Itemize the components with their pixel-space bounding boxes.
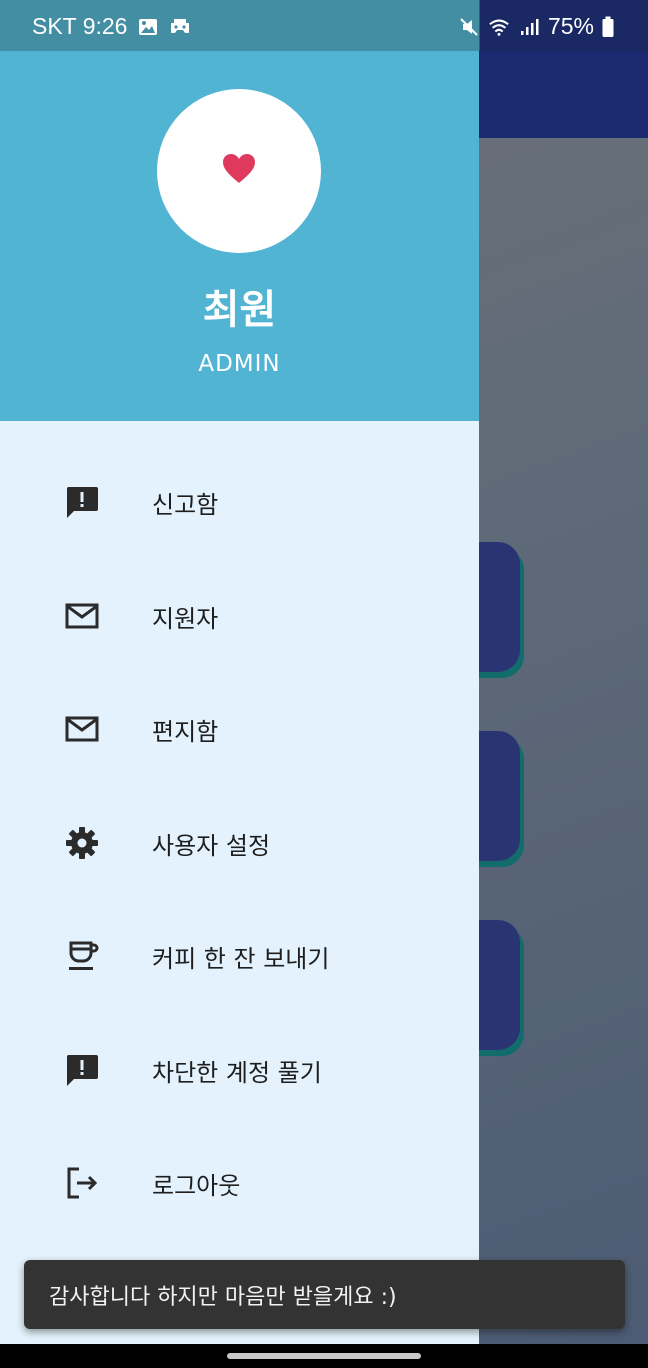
menu-item-label: 신고함 (152, 490, 219, 519)
logout-icon (64, 1165, 100, 1201)
mute-icon (458, 16, 480, 38)
image-icon (137, 16, 159, 38)
battery-icon (602, 16, 614, 38)
signal-icon (518, 16, 540, 38)
battery-percent: 75% (547, 13, 594, 39)
menu-item-logout[interactable]: 로그아웃 (0, 1138, 479, 1228)
status-bar: SKT 9:26 75% (0, 0, 648, 51)
drawer-header: 최원 ADMIN (0, 51, 479, 421)
avatar[interactable] (157, 89, 321, 253)
report-icon (64, 484, 100, 520)
navigation-drawer: 최원 ADMIN 신고함 지원자 편지함 사용자 설정 커피 한 잔 보내기 차… (0, 51, 479, 1344)
gear-icon (64, 825, 100, 861)
home-gesture-handle[interactable] (227, 1353, 421, 1359)
carrier-time: SKT 9:26 (32, 13, 128, 39)
menu-item-send-coffee[interactable]: 커피 한 잔 보내기 (0, 911, 479, 1001)
menu-item-reports[interactable]: 신고함 (0, 457, 479, 547)
user-name: 최원 (202, 287, 277, 333)
wifi-icon (488, 16, 510, 38)
heart-icon (222, 153, 256, 189)
menu-item-inbox[interactable]: 편지함 (0, 684, 479, 774)
menu-item-label: 커피 한 잔 보내기 (152, 944, 330, 973)
menu-item-label: 차단한 계정 풀기 (152, 1058, 322, 1087)
snackbar-message: 감사합니다 하지만 마음만 받을게요 :) (49, 1284, 397, 1310)
coffee-icon (64, 938, 100, 974)
menu-item-label: 로그아웃 (152, 1171, 241, 1200)
menu-item-label: 편지함 (152, 717, 219, 746)
mail-icon (64, 711, 100, 747)
report-icon (64, 1052, 100, 1088)
menu-item-label: 사용자 설정 (152, 831, 271, 860)
menu-item-unblock-accounts[interactable]: 차단한 계정 풀기 (0, 1025, 479, 1115)
menu-item-label: 지원자 (152, 604, 219, 633)
game-controller-icon (169, 16, 191, 38)
system-nav-bar (0, 1344, 648, 1368)
mail-icon (64, 598, 100, 634)
menu-item-applicants[interactable]: 지원자 (0, 571, 479, 661)
user-role: ADMIN (198, 351, 281, 377)
menu-item-user-settings[interactable]: 사용자 설정 (0, 798, 479, 888)
snackbar: 감사합니다 하지만 마음만 받을게요 :) (24, 1260, 625, 1329)
